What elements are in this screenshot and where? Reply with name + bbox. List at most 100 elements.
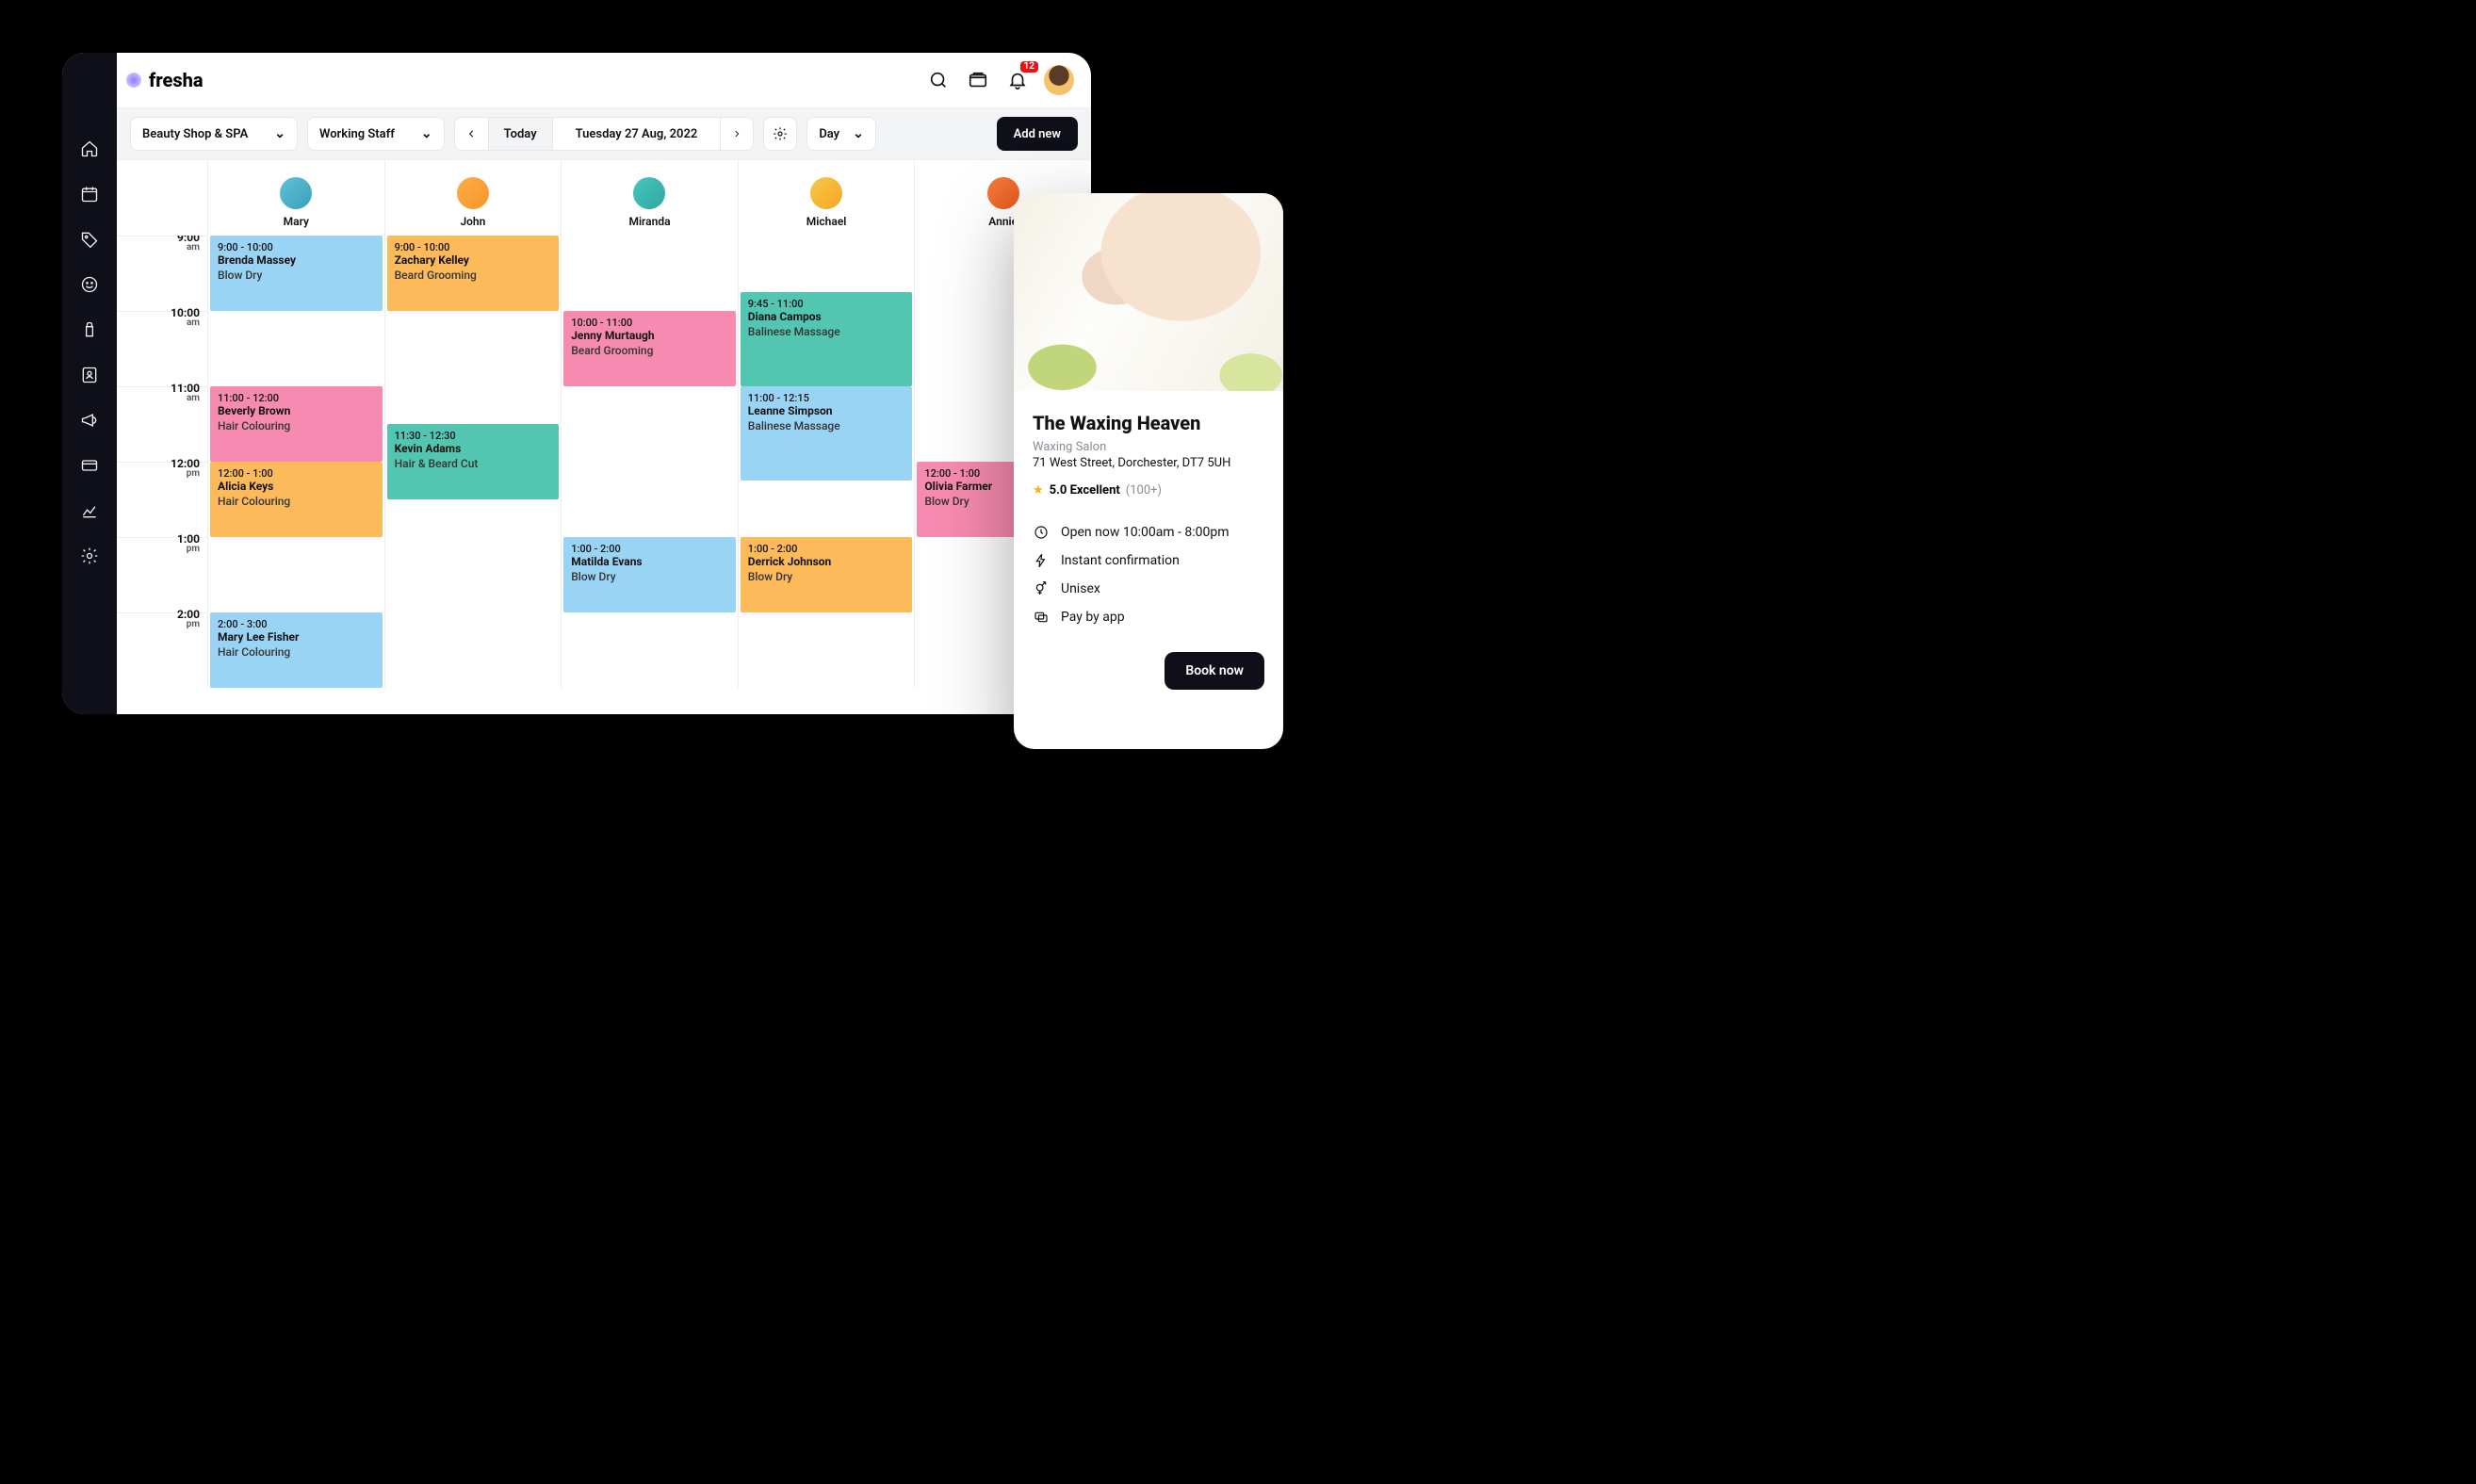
prev-day-button[interactable] <box>454 117 488 151</box>
appointment-time: 11:00 - 12:00 <box>218 392 375 404</box>
card-icon[interactable] <box>78 454 101 477</box>
staff-column-john[interactable]: John <box>384 160 562 236</box>
card-title: The Waxing Heaven <box>1033 412 1264 434</box>
staff-avatar <box>457 177 489 209</box>
appointment-time: 1:00 - 2:00 <box>571 543 728 555</box>
today-button[interactable]: Today <box>488 117 552 151</box>
appointment-time: 11:00 - 12:15 <box>748 392 905 404</box>
smile-icon[interactable] <box>78 273 101 296</box>
appointment[interactable]: 11:30 - 12:30Kevin AdamsHair & Beard Cut <box>387 424 560 499</box>
rating-count: (100+) <box>1126 483 1162 497</box>
search-icon[interactable] <box>925 67 952 93</box>
staff-avatar <box>810 177 842 209</box>
view-dropdown[interactable]: Day ⌄ <box>806 117 876 151</box>
user-avatar[interactable] <box>1044 65 1074 95</box>
appointment[interactable]: 11:00 - 12:00Beverly BrownHair Colouring <box>210 386 383 462</box>
staff-name: Michael <box>806 215 847 228</box>
location-dropdown[interactable]: Beauty Shop & SPA ⌄ <box>130 117 298 151</box>
appointment-service: Balinese Massage <box>748 325 905 338</box>
appointment[interactable]: 10:00 - 11:00Jenny MurtaughBeard Groomin… <box>563 311 736 386</box>
appointment-time: 10:00 - 11:00 <box>571 317 728 329</box>
view-label: Day <box>819 127 839 141</box>
contact-icon[interactable] <box>78 364 101 386</box>
gender-icon <box>1033 580 1050 597</box>
appointment-service: Blow Dry <box>748 570 905 583</box>
appointment-service: Blow Dry <box>571 570 728 583</box>
staff-avatar <box>280 177 312 209</box>
content-area: fresha 12 Beauty Shop & SPA ⌄ Working St… <box>117 53 1091 714</box>
sidebar <box>62 53 117 714</box>
appointment-client: Brenda Massey <box>218 253 375 269</box>
appointment-time: 9:45 - 11:00 <box>748 298 905 310</box>
staff-name: Mary <box>284 215 309 228</box>
appointment[interactable]: 9:45 - 11:00Diana CamposBalinese Massage <box>741 292 913 386</box>
lightning-icon <box>1033 552 1050 569</box>
appointment[interactable]: 2:00 - 3:00Mary Lee FisherHair Colouring <box>210 612 383 688</box>
appointment-client: Jenny Murtaugh <box>571 329 728 344</box>
date-navigator: Today Tuesday 27 Aug, 2022 <box>454 117 755 151</box>
product-icon[interactable] <box>78 318 101 341</box>
home-icon[interactable] <box>78 138 101 160</box>
chevron-down-icon: ⌄ <box>421 126 432 141</box>
card-rating: ★ 5.0 Excellent (100+) <box>1033 483 1264 497</box>
appointment-time: 9:00 - 10:00 <box>395 241 552 253</box>
pay-icon <box>1033 609 1050 626</box>
card-address: 71 West Street, Dorchester, DT7 5UH <box>1033 456 1264 470</box>
appointment[interactable]: 1:00 - 2:00Derrick JohnsonBlow Dry <box>741 537 913 612</box>
staff-column-mary[interactable]: Mary <box>207 160 384 236</box>
info-hours: Open now 10:00am - 8:00pm <box>1061 525 1230 540</box>
appointment[interactable]: 12:00 - 1:00Alicia KeysHair Colouring <box>210 462 383 537</box>
appointment-service: Hair Colouring <box>218 645 375 659</box>
appointment-service: Beard Grooming <box>395 269 552 282</box>
main-window: fresha 12 Beauty Shop & SPA ⌄ Working St… <box>62 53 1091 714</box>
appointment-client: Matilda Evans <box>571 555 728 570</box>
book-now-button[interactable]: Book now <box>1165 652 1264 690</box>
clock-icon <box>1033 524 1050 541</box>
appointment-client: Zachary Kelley <box>395 253 552 269</box>
staff-column-miranda[interactable]: Miranda <box>561 160 738 236</box>
appointment-time: 1:00 - 2:00 <box>748 543 905 555</box>
card-image <box>1014 193 1283 391</box>
calendar-icon[interactable] <box>78 183 101 205</box>
chart-icon[interactable] <box>78 499 101 522</box>
staff-name: John <box>460 215 485 228</box>
info-pay: Pay by app <box>1061 610 1125 625</box>
appointment[interactable]: 11:00 - 12:15Leanne SimpsonBalinese Mass… <box>741 386 913 481</box>
appointment-client: Kevin Adams <box>395 442 552 457</box>
appointment-service: Balinese Massage <box>748 419 905 432</box>
add-new-button[interactable]: Add new <box>997 117 1078 151</box>
appointment-time: 2:00 - 3:00 <box>218 618 375 630</box>
settings-button[interactable] <box>763 117 797 151</box>
appointment[interactable]: 1:00 - 2:00Matilda EvansBlow Dry <box>563 537 736 612</box>
wallet-icon[interactable] <box>965 67 991 93</box>
staff-avatar <box>633 177 665 209</box>
current-date[interactable]: Tuesday 27 Aug, 2022 <box>552 117 721 151</box>
topbar: fresha 12 <box>117 53 1091 107</box>
appointment-time: 9:00 - 10:00 <box>218 241 375 253</box>
next-day-button[interactable] <box>720 117 754 151</box>
tag-icon[interactable] <box>78 228 101 251</box>
megaphone-icon[interactable] <box>78 409 101 432</box>
card-subtitle: Waxing Salon <box>1033 440 1264 454</box>
notification-badge: 12 <box>1020 61 1038 73</box>
info-unisex: Unisex <box>1061 581 1100 596</box>
chevron-down-icon: ⌄ <box>853 126 864 141</box>
brand-name: fresha <box>149 69 204 91</box>
bell-icon[interactable]: 12 <box>1004 67 1031 93</box>
appointment-client: Diana Campos <box>748 310 905 325</box>
appointment-time: 11:30 - 12:30 <box>395 430 552 442</box>
info-instant: Instant confirmation <box>1061 553 1180 568</box>
brand[interactable]: fresha <box>126 69 204 91</box>
appointment[interactable]: 9:00 - 10:00Brenda MasseyBlow Dry <box>210 236 383 311</box>
gear-icon[interactable] <box>78 545 101 567</box>
staff-column-michael[interactable]: Michael <box>738 160 915 236</box>
staff-filter-dropdown[interactable]: Working Staff ⌄ <box>307 117 445 151</box>
toolbar: Beauty Shop & SPA ⌄ Working Staff ⌄ Toda… <box>117 107 1091 160</box>
appointment-service: Hair & Beard Cut <box>395 457 552 470</box>
appointment-client: Mary Lee Fisher <box>218 630 375 645</box>
appointment-client: Derrick Johnson <box>748 555 905 570</box>
appointment-client: Beverly Brown <box>218 404 375 419</box>
staff-filter-label: Working Staff <box>319 127 395 141</box>
appointment[interactable]: 9:00 - 10:00Zachary KelleyBeard Grooming <box>387 236 560 311</box>
appointment-service: Beard Grooming <box>571 344 728 357</box>
